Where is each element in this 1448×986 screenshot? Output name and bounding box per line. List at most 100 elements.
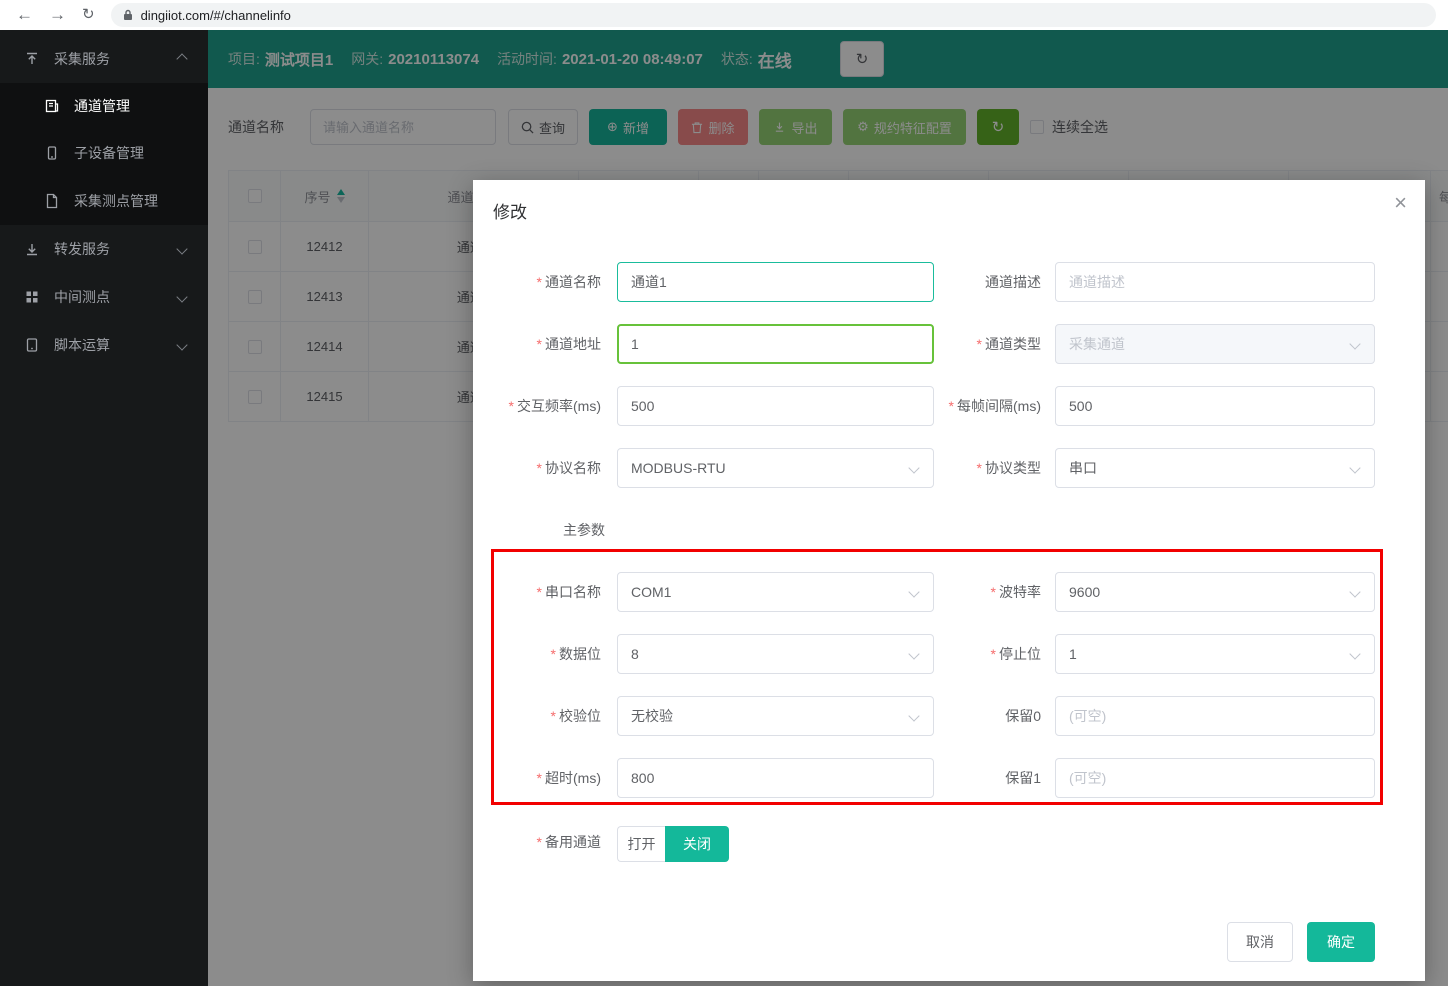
backup-channel-radio-group: 打开 关闭 [617,826,729,862]
form-row: *超时(ms) 保留1 [473,758,1425,798]
label-text: 备用通道 [545,834,601,850]
required-mark: * [509,398,514,414]
channel-addr-control [617,324,934,364]
sidebar: 采集服务 通道管理 子设备管理 采集测点管理 [0,30,208,986]
frame-interval-input[interactable] [1055,386,1375,426]
baud-rate-control: 9600 [1055,572,1375,612]
sidebar-item-middle-points[interactable]: 中间测点 [0,273,208,321]
required-mark: * [977,336,982,352]
required-mark: * [537,274,542,290]
sidebar-item-channel-management[interactable]: 通道管理 [0,83,208,129]
sidebar-item-subdevice-management[interactable]: 子设备管理 [0,129,208,177]
stop-bits-label: *停止位 [934,634,1055,674]
chevron-down-icon [1349,462,1360,473]
select-value: 采集通道 [1069,334,1125,354]
baud-rate-label: *波特率 [934,572,1055,612]
label-text: 串口名称 [545,584,601,600]
timeout-input[interactable] [617,758,934,798]
sidebar-item-forward-service[interactable]: 转发服务 [0,225,208,273]
label-text: 数据位 [559,646,601,662]
form-row: *通道地址 *通道类型 采集通道 [473,324,1425,364]
label-text: 交互频率(ms) [517,398,601,414]
lock-icon [123,9,133,21]
reload-icon[interactable]: ↻ [82,0,95,30]
grid-icon [24,289,40,305]
backup-on-option[interactable]: 打开 [617,826,665,862]
required-mark: * [537,584,542,600]
close-icon[interactable]: × [1394,192,1407,214]
required-mark: * [537,460,542,476]
reserve1-input[interactable] [1055,758,1375,798]
protocol-type-select[interactable]: 串口 [1055,448,1375,488]
protocol-name-select[interactable]: MODBUS-RTU [617,448,934,488]
chevron-down-icon [908,710,919,721]
chevron-down-icon [908,586,919,597]
channel-type-select[interactable]: 采集通道 [1055,324,1375,364]
reserve0-label: 保留0 [934,696,1055,736]
screen: ← → ↻ dingiiot.com/#/channelinfo 采集服务 [0,0,1448,986]
required-mark: * [537,336,542,352]
parity-control: 无校验 [617,696,934,736]
required-mark: * [991,646,996,662]
modal-title: 修改 [493,198,527,223]
interact-freq-input[interactable] [617,386,934,426]
baud-rate-select[interactable]: 9600 [1055,572,1375,612]
form-row: *通道名称 通道描述 [473,262,1425,302]
back-icon[interactable]: ← [16,0,33,30]
form-row: *备用通道 打开 关闭 [473,824,1425,860]
label-text: 通道描述 [985,274,1041,290]
label-text: 停止位 [999,646,1041,662]
channel-addr-input[interactable] [617,324,934,364]
reserve1-label: 保留1 [934,758,1055,798]
app: 采集服务 通道管理 子设备管理 采集测点管理 [0,30,1448,986]
reserve0-input[interactable] [1055,696,1375,736]
form-row: *校验位 无校验 保留0 [473,696,1425,736]
chevron-down-icon [1349,648,1360,659]
select-value: 无校验 [631,706,673,726]
serial-name-select[interactable]: COM1 [617,572,934,612]
select-value: MODBUS-RTU [631,460,726,476]
cancel-button[interactable]: 取消 [1227,922,1293,962]
serial-name-label: *串口名称 [473,572,617,612]
channel-desc-input[interactable] [1055,262,1375,302]
backup-off-option[interactable]: 关闭 [665,826,729,862]
sidebar-item-collect-service[interactable]: 采集服务 [0,35,208,83]
select-value: COM1 [631,584,671,600]
protocol-type-label: *协议类型 [934,448,1055,488]
stop-bits-select[interactable]: 1 [1055,634,1375,674]
ledger-icon [44,98,60,114]
data-bits-select[interactable]: 8 [617,634,934,674]
data-bits-control: 8 [617,634,934,674]
main-params-section-label: 主参数 [563,520,605,540]
select-value: 1 [1069,646,1077,662]
chevron-down-icon [908,648,919,659]
confirm-button[interactable]: 确定 [1307,922,1375,962]
download-icon [24,241,40,257]
label-text: 通道名称 [545,274,601,290]
sidebar-item-label: 中间测点 [54,287,110,307]
sidebar-item-label: 采集测点管理 [74,191,158,211]
data-bits-label: *数据位 [473,634,617,674]
label-text: 波特率 [999,584,1041,600]
document-icon [44,193,60,209]
label-text: 协议名称 [545,460,601,476]
sidebar-item-label: 脚本运算 [54,335,110,355]
chevron-down-icon [1349,586,1360,597]
timeout-control [617,758,934,798]
sidebar-item-point-management[interactable]: 采集测点管理 [0,177,208,225]
label-text: 校验位 [559,708,601,724]
forward-icon[interactable]: → [49,0,66,30]
address-bar[interactable]: dingiiot.com/#/channelinfo [111,3,1436,27]
sidebar-item-script-compute[interactable]: 脚本运算 [0,321,208,369]
label-text: 超时(ms) [545,770,601,786]
frame-interval-control [1055,386,1375,426]
protocol-type-control: 串口 [1055,448,1375,488]
chevron-down-icon [1349,338,1360,349]
channel-name-input[interactable] [617,262,934,302]
parity-select[interactable]: 无校验 [617,696,934,736]
backup-channel-row: *备用通道 打开 关闭 [473,824,1425,882]
select-value: 9600 [1069,584,1100,600]
url-text: dingiiot.com/#/channelinfo [141,8,291,23]
channel-type-label: *通道类型 [934,324,1055,364]
chevron-up-icon [176,53,187,64]
